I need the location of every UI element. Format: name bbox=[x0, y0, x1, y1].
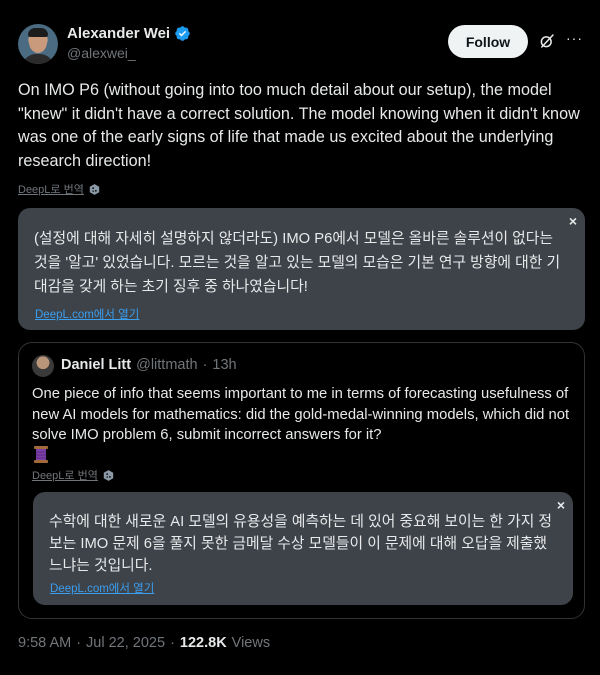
author-display-name[interactable]: Alexander Wei bbox=[67, 25, 170, 42]
avatar-hair bbox=[28, 28, 48, 37]
quoted-tweet[interactable]: Daniel Litt @littmath · 13h One piece of… bbox=[18, 342, 585, 619]
close-translation-icon[interactable]: × bbox=[569, 213, 577, 229]
quoted-tweet-text: One piece of info that seems important t… bbox=[32, 386, 570, 443]
tweet-text: On IMO P6 (without going into too much d… bbox=[18, 81, 580, 170]
meta-separator: · bbox=[170, 635, 175, 651]
quoted-author-row: Daniel Litt @littmath · 13h bbox=[61, 357, 237, 373]
translation-box: (설정에 대해 자세히 설명하지 않더라도) IMO P6에서 모델은 올바른 … bbox=[18, 208, 585, 330]
translation-text: (설정에 대해 자세히 설명하지 않더라도) IMO P6에서 모델은 올바른 … bbox=[34, 231, 561, 295]
quoted-open-in-deepl-link[interactable]: DeepL.com에서 열기 bbox=[50, 580, 154, 596]
avatar-shirt bbox=[22, 54, 54, 64]
close-quoted-translation-icon[interactable]: × bbox=[557, 497, 565, 513]
views-count: 122.8K bbox=[179, 635, 227, 651]
translate-label[interactable]: DeepL로 번역 bbox=[18, 181, 84, 197]
views-label: Views bbox=[231, 635, 271, 651]
tweet-date[interactable]: Jul 22, 2025 bbox=[86, 635, 165, 651]
tweet-header: Alexander Wei @alexwei_ Follow ··· bbox=[18, 24, 582, 66]
grok-icon[interactable] bbox=[538, 32, 556, 50]
quoted-author-handle[interactable]: @littmath bbox=[136, 357, 197, 373]
tweet-time[interactable]: 9:58 AM bbox=[18, 635, 71, 651]
quoted-author-name[interactable]: Daniel Litt bbox=[61, 357, 131, 373]
author-name-block: Alexander Wei @alexwei_ bbox=[67, 25, 191, 61]
quoted-separator: · bbox=[202, 357, 208, 373]
quoted-translate-with-deepl-link[interactable]: DeepL로 번역 bbox=[32, 467, 115, 483]
quoted-author-avatar[interactable] bbox=[32, 355, 54, 377]
verified-badge-icon bbox=[175, 26, 190, 41]
open-in-deepl-link[interactable]: DeepL.com에서 열기 bbox=[35, 306, 139, 322]
meta-separator: · bbox=[76, 635, 82, 651]
thread-spool-emoji-icon bbox=[34, 446, 48, 463]
author-display-name-row[interactable]: Alexander Wei bbox=[67, 25, 191, 42]
more-icon[interactable]: ··· bbox=[566, 31, 582, 49]
quoted-translation-box: 수학에 대한 새로운 AI 모델의 유용성을 예측하는 데 있어 중요해 보이는… bbox=[33, 492, 573, 605]
tweet-meta: 9:58 AM · Jul 22, 2025 · 122.8K Views bbox=[18, 635, 270, 651]
quoted-time[interactable]: 13h bbox=[212, 357, 236, 373]
follow-button[interactable]: Follow bbox=[448, 25, 528, 58]
quoted-translate-label[interactable]: DeepL로 번역 bbox=[32, 467, 98, 483]
author-avatar[interactable] bbox=[18, 24, 58, 64]
translate-with-deepl-link[interactable]: DeepL로 번역 bbox=[18, 181, 101, 197]
deepl-icon bbox=[89, 183, 100, 195]
author-handle[interactable]: @alexwei_ bbox=[67, 45, 191, 61]
deepl-icon bbox=[103, 469, 114, 481]
quoted-translation-text: 수학에 대한 새로운 AI 모델의 유용성을 예측하는 데 있어 중요해 보이는… bbox=[49, 514, 553, 574]
